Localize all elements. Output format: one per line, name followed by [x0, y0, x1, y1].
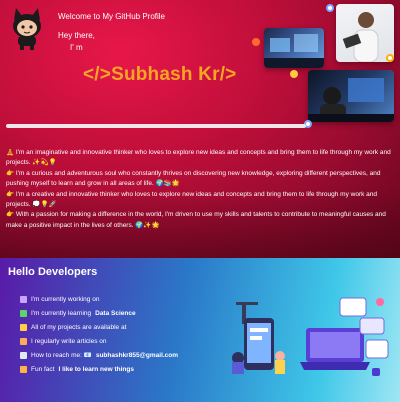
octocat-icon [13, 8, 41, 50]
bio-section: 🧘 I'm an imaginative and innovative thin… [6, 148, 394, 231]
profile-banner: Welcome to My GitHub Profile Hey there, … [0, 0, 400, 258]
list-item: All of my projects are available at [20, 320, 178, 334]
list-item-strong: I like to learn new things [58, 365, 134, 373]
badge-dot [290, 70, 298, 78]
list-item: How to reach me: 📧 subhashkr855@gmail.co… [20, 348, 178, 362]
badge-dot [252, 38, 260, 46]
intro-progress-bar [6, 124, 306, 128]
info-list: I'm currently working on I'm currently l… [20, 292, 178, 376]
developers-section: Hello Developers I'm currently working o… [0, 258, 400, 402]
bio-paragraph: 👉 With a passion for making a difference… [6, 211, 386, 229]
list-item-text: All of my projects are available at [31, 323, 127, 331]
bio-paragraph: 🧘 I'm an imaginative and innovative thin… [6, 149, 391, 167]
developer-phone-illustration [232, 302, 285, 374]
telescope-icon [20, 295, 27, 303]
list-item-text: I regularly write articles on [31, 337, 107, 345]
list-item-strong: Data Science [95, 309, 136, 317]
seedling-icon [20, 309, 27, 317]
coding-photo [308, 70, 394, 122]
welcome-text: Welcome to My GitHub Profile [58, 12, 165, 21]
list-item-text: I'm currently working on [31, 295, 100, 303]
bio-paragraph: 👉 I'm a creative and innovative thinker … [6, 190, 378, 209]
greeting-text: Hey there, [58, 31, 95, 40]
developer-laptop-illustration [300, 297, 389, 376]
list-item: I'm currently learning Data Science [20, 306, 178, 320]
email-link[interactable]: subhashkr855@gmail.com [96, 352, 178, 359]
section-title: Hello Developers [8, 266, 98, 278]
list-item-text: How to reach me: 📧 [31, 352, 92, 359]
list-item: I'm currently working on [20, 292, 178, 306]
workspace-photo [264, 28, 324, 68]
list-item: Fun fact I like to learn new things [20, 362, 178, 376]
notebook-icon [20, 337, 27, 345]
mail-icon [20, 351, 27, 359]
bio-paragraph: 👉 I'm a curious and adventurous soul who… [6, 169, 381, 188]
person-photo [336, 4, 394, 62]
badge-dot [326, 4, 334, 12]
list-item-text: I'm currently learning [31, 309, 92, 317]
handshake-icon [20, 323, 27, 331]
intro-text: I' m [70, 43, 83, 52]
list-item: I regularly write articles on [20, 334, 178, 348]
list-item-text: Fun fact [31, 365, 55, 373]
lightning-icon [20, 365, 27, 373]
badge-dot [386, 54, 394, 62]
name-title: </>Subhash Kr/> [83, 64, 237, 85]
